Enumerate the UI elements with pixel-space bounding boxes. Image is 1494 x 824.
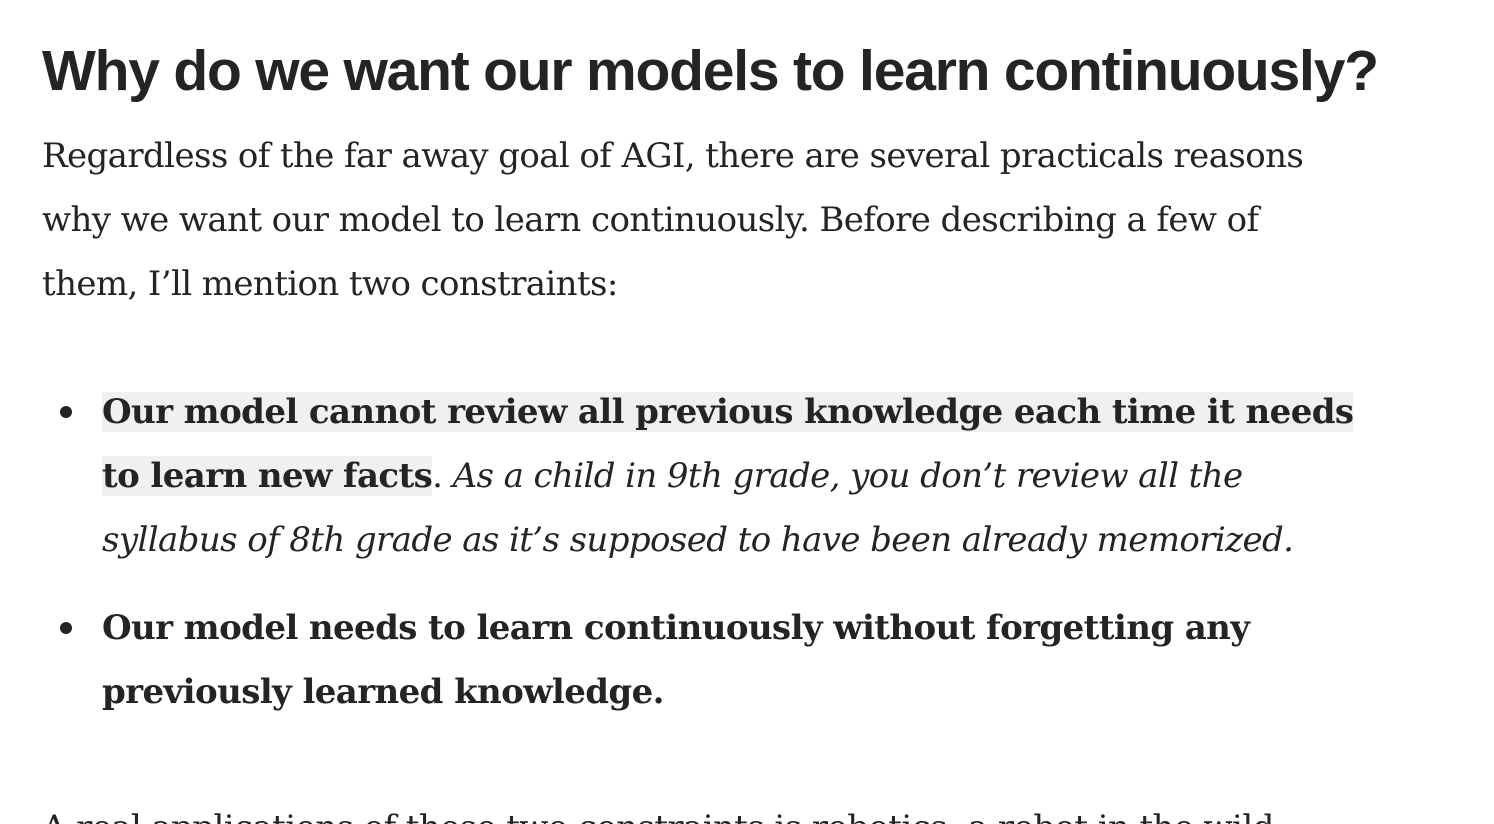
intro-line: why we want our model to learn continuou… xyxy=(42,200,1259,240)
bullet-dot xyxy=(60,622,72,634)
constraints-list: Our model cannot review all previous kno… xyxy=(60,380,1462,748)
bullet-dot xyxy=(60,406,72,418)
example-text: syllabus of 8th grade as it’s supposed t… xyxy=(102,520,1294,560)
list-item-line: to learn new facts. As a child in 9th gr… xyxy=(102,444,1462,508)
intro-line: Regardless of the far away goal of AGI, … xyxy=(42,136,1304,176)
example-text: As a child in 9th grade, you don’t revie… xyxy=(442,456,1244,496)
list-item: Our model cannot review all previous kno… xyxy=(60,380,1462,572)
next-paragraph: A real applications of these two constra… xyxy=(42,796,1422,824)
list-item: Our model needs to learn continuously wi… xyxy=(60,596,1462,724)
article-body: Why do we want our models to learn conti… xyxy=(0,0,1494,824)
highlighted-text[interactable]: Our model cannot review all previous kno… xyxy=(102,392,1354,432)
list-item-line: previously learned knowledge. xyxy=(102,672,664,712)
section-heading: Why do we want our models to learn conti… xyxy=(42,39,1379,103)
list-item-line: Our model needs to learn continuously wi… xyxy=(102,608,1250,648)
highlighted-text[interactable]: to learn new facts xyxy=(102,456,433,496)
list-item-line: Our model cannot review all previous kno… xyxy=(102,380,1462,444)
intro-line: them, I’ll mention two constraints: xyxy=(42,264,618,304)
intro-paragraph: Regardless of the far away goal of AGI, … xyxy=(42,124,1422,316)
punctuation: . xyxy=(432,456,443,496)
